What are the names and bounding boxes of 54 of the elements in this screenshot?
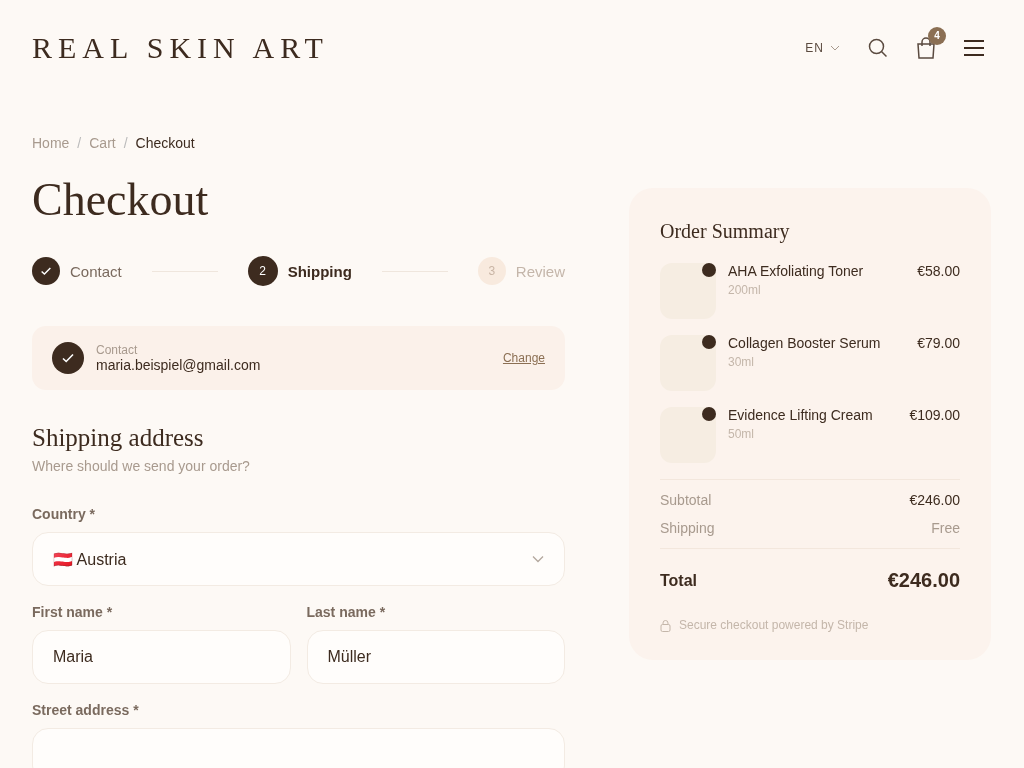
contact-email: maria.beispiel@gmail.com	[96, 357, 261, 373]
step-label: Contact	[70, 262, 122, 280]
language-selector[interactable]: EN	[805, 40, 840, 55]
brand-logo[interactable]: REAL SKIN ART	[32, 30, 329, 65]
search-button[interactable]	[868, 37, 888, 58]
product-name: Collagen Booster Serum	[728, 335, 882, 351]
menu-button[interactable]	[964, 39, 984, 56]
total-label: Total	[660, 571, 698, 590]
breadcrumb-separator: /	[123, 135, 128, 151]
product-size: 30ml	[728, 355, 755, 369]
summary-label: Subtotal	[660, 492, 712, 508]
chevron-down-icon	[532, 555, 544, 563]
chevron-down-icon	[830, 44, 840, 51]
summary-title: Order Summary	[660, 220, 791, 243]
input-field[interactable]: Maria	[32, 630, 291, 684]
step-indicator: 3	[477, 257, 506, 285]
product-size: 50ml	[728, 427, 755, 441]
section-title: Shipping address	[32, 424, 205, 452]
cart-count-badge: 4	[928, 26, 946, 45]
product-price: €79.00	[917, 335, 960, 353]
shopping-bag-icon	[916, 36, 936, 59]
country-select[interactable]: 🇦🇹 Austria	[32, 532, 565, 586]
total-value: €246.00	[887, 569, 960, 592]
product-size: 200ml	[728, 283, 762, 297]
search-icon	[868, 37, 888, 58]
step-label: Review	[515, 262, 565, 280]
summary-value: Free	[931, 520, 960, 536]
breadcrumb-link[interactable]: Checkout	[135, 135, 195, 151]
menu-icon	[964, 39, 984, 56]
summary-value: €246.00	[909, 492, 960, 508]
product-price: €58.00	[917, 263, 960, 281]
change-link[interactable]: Change	[502, 351, 545, 365]
field-label: Country *	[32, 506, 96, 522]
quantity-badge	[702, 335, 716, 349]
section-subtitle: Where should we send your order?	[32, 458, 251, 474]
product-name: AHA Exfoliating Toner	[728, 263, 865, 279]
summary-label: Shipping	[660, 520, 715, 536]
product-name: Evidence Lifting Cream	[728, 407, 874, 423]
breadcrumb-separator: /	[77, 135, 82, 151]
field-label: First name *	[32, 604, 114, 620]
step-label: Shipping	[287, 262, 352, 280]
product-price: €109.00	[909, 407, 960, 425]
field-label: Last name *	[306, 604, 387, 620]
contact-label: Contact	[96, 343, 139, 357]
step-indicator: 2	[247, 256, 278, 286]
field-label: Street address *	[32, 702, 140, 718]
secure-note: Secure checkout powered by Stripe	[679, 618, 869, 632]
cart-button[interactable]	[916, 36, 936, 59]
input-field[interactable]: Müller	[306, 630, 565, 684]
input-field[interactable]	[32, 728, 565, 768]
page-title: Checkout	[32, 173, 210, 226]
quantity-badge	[702, 407, 716, 421]
lock-icon	[660, 618, 671, 632]
quantity-badge	[702, 263, 716, 277]
